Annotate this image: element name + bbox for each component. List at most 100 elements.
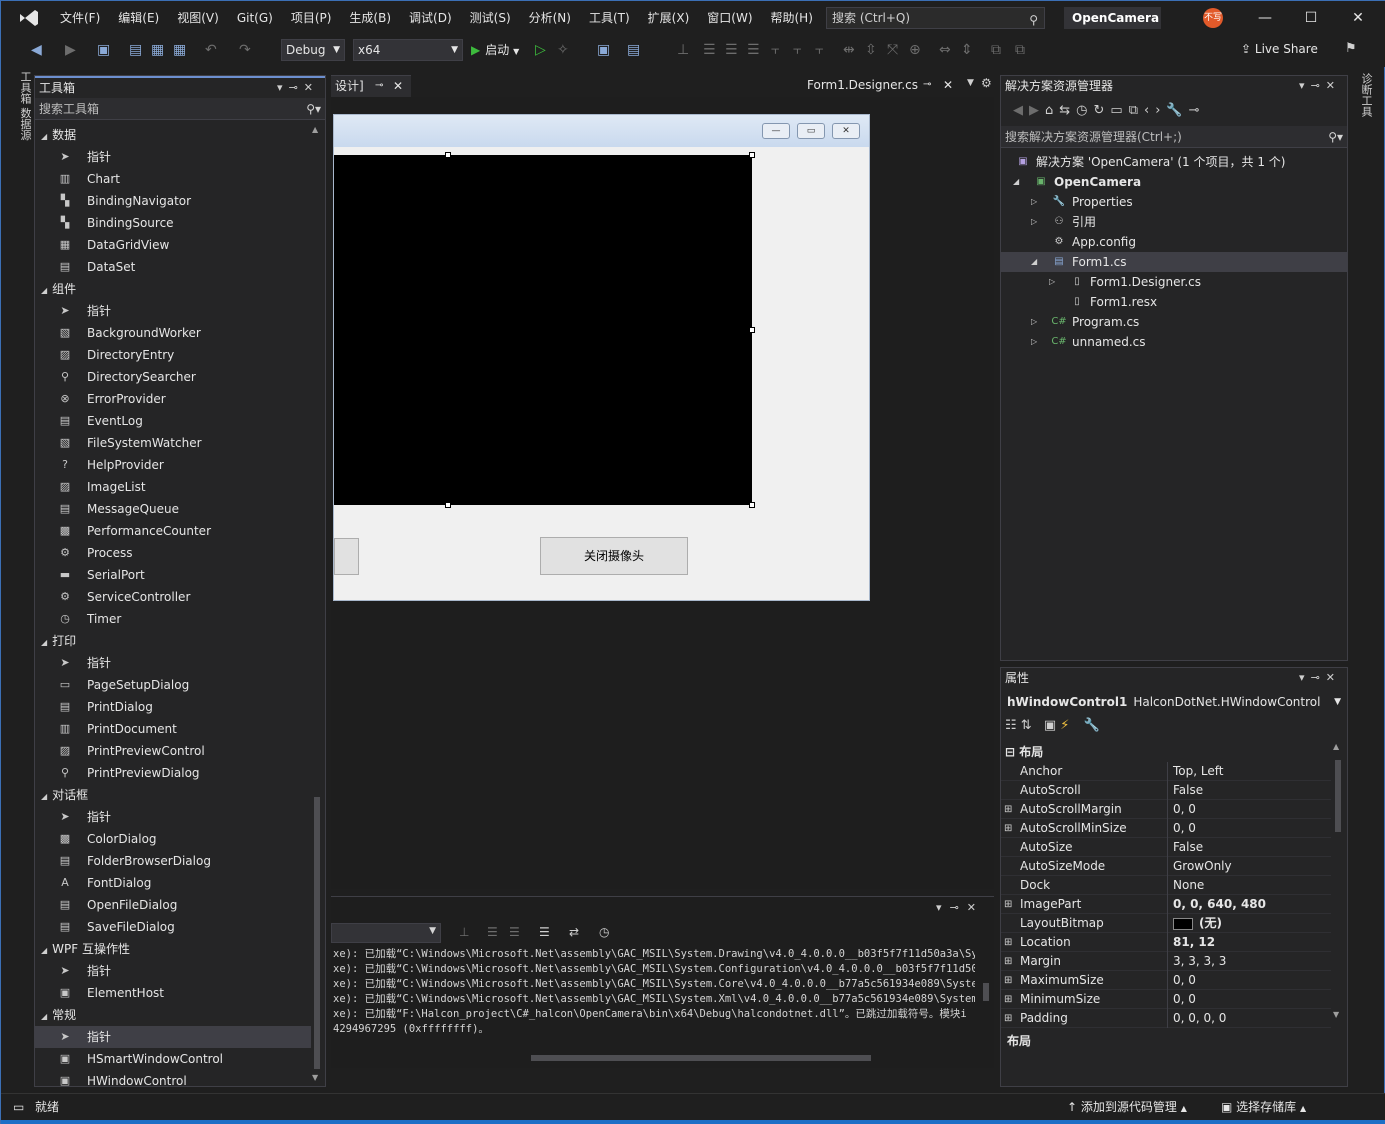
toolbox-item[interactable]: ▩ ColorDialog [35, 828, 311, 850]
platform-select[interactable]: x64 ▼ [353, 39, 463, 61]
expand-icon[interactable]: ⊞ [1004, 933, 1012, 952]
diagnostics-side-tab[interactable]: 诊断工具 [1354, 73, 1374, 117]
home-icon[interactable]: ⌂ [1045, 103, 1059, 118]
toolbox-item[interactable]: ▤ OpenFileDialog [35, 894, 311, 916]
property-row[interactable]: ⊞ MaximumSize 0, 0 [1001, 971, 1331, 990]
expand-icon[interactable]: ⊞ [1004, 990, 1012, 1009]
tree-node-solution[interactable]: ▣ 解决方案 'OpenCamera' (1 个项目，共 1 个) [1001, 152, 1347, 172]
property-value[interactable]: 0, 0 [1173, 990, 1196, 1009]
grid-size-icon[interactable]: ⊕ [909, 42, 921, 58]
resize-handle[interactable] [749, 327, 755, 333]
collapsed-arrow-icon[interactable]: ▷ [1031, 312, 1037, 332]
align-top-icon[interactable]: ⫟ [771, 42, 779, 58]
hwindow-control[interactable] [334, 155, 752, 505]
align-left-icon[interactable]: ☰ [703, 42, 716, 58]
notification-icon[interactable]: ▭ [13, 1094, 24, 1120]
collapse-all-icon[interactable]: ▭ [1110, 103, 1128, 118]
scroll-down-icon[interactable]: ▼ [1333, 1010, 1339, 1019]
toolbox-item[interactable]: ▤ EventLog [35, 410, 311, 432]
close-icon[interactable]: ✕ [1326, 79, 1341, 92]
property-category[interactable]: ⊟ 布局 [1001, 743, 1331, 762]
scroll-up-icon[interactable]: ▲ [312, 125, 318, 134]
resize-handle[interactable] [445, 152, 451, 158]
forward-icon[interactable]: ▶ [1029, 103, 1045, 118]
toolbox-item[interactable]: ➤ 指针 [35, 806, 311, 828]
menu-item[interactable]: 项目(P) [282, 1, 341, 35]
scrollbar-thumb[interactable] [314, 797, 320, 1069]
user-avatar[interactable]: 不写 [1203, 8, 1223, 28]
property-value[interactable]: Top, Left [1173, 762, 1223, 781]
feedback-icon[interactable]: ⚑ [1345, 41, 1357, 56]
property-value[interactable]: 0, 0 [1173, 800, 1196, 819]
toolbox-item[interactable]: ➤ 指针 [35, 1026, 311, 1048]
toolbox-item[interactable]: ▦ DataGridView [35, 234, 311, 256]
show-all-files-icon[interactable]: ⧉ [1129, 103, 1144, 118]
history-icon[interactable]: ◷ [1076, 103, 1093, 118]
property-row[interactable]: AutoSizeMode GrowOnly [1001, 857, 1331, 876]
expanded-arrow-icon[interactable]: ◢ [41, 132, 47, 141]
property-value[interactable]: 0, 0 [1173, 971, 1196, 990]
property-row[interactable]: ⊞ MinimumSize 0, 0 [1001, 990, 1331, 1009]
view-code-icon[interactable]: ‹› [1144, 103, 1166, 118]
new-project-icon[interactable]: ▣ [97, 42, 110, 58]
toolbox-item[interactable]: ▤ PrintDialog [35, 696, 311, 718]
collapsed-arrow-icon[interactable]: ▷ [1031, 192, 1037, 212]
same-height-icon[interactable]: ⇳ [865, 42, 877, 58]
toolbox-item[interactable]: ▣ HSmartWindowControl [35, 1048, 311, 1070]
dropdown-icon[interactable]: ▾ [1299, 671, 1311, 684]
expand-icon[interactable]: ⊞ [1004, 971, 1012, 990]
next-message-icon[interactable]: ☰ [509, 925, 520, 939]
property-row[interactable]: Anchor Top, Left [1001, 762, 1331, 781]
scroll-up-icon[interactable]: ▲ [1333, 742, 1339, 751]
output-hscrollbar[interactable] [531, 1055, 871, 1061]
pin-icon[interactable]: ⊸ [1311, 671, 1326, 684]
undo-icon[interactable]: ↶ [205, 42, 217, 58]
property-row[interactable]: ⊞ Margin 3, 3, 3, 3 [1001, 952, 1331, 971]
close-icon[interactable]: ✕ [304, 81, 319, 94]
spacing-h-icon[interactable]: ⇔ [939, 42, 951, 58]
open-camera-button[interactable] [334, 538, 359, 575]
toolbox-item[interactable]: ⚲ DirectorySearcher [35, 366, 311, 388]
menu-item[interactable]: 帮助(H) [762, 1, 822, 35]
output-vscrollbar[interactable] [983, 949, 991, 1047]
refresh-icon[interactable]: ↻ [1094, 103, 1111, 118]
toolbox-item[interactable]: ◷ Timer [35, 608, 311, 630]
tree-node-program[interactable]: ▷ C# Program.cs [1001, 312, 1347, 332]
resize-handle[interactable] [445, 502, 451, 508]
toolbox-item[interactable]: ▤ DataSet [35, 256, 311, 278]
menu-item[interactable]: 扩展(X) [639, 1, 699, 35]
prev-message-icon[interactable]: ☰ [487, 925, 498, 939]
dropdown-icon[interactable]: ▾ [277, 81, 289, 94]
toolbox-item[interactable]: ▬ SerialPort [35, 564, 311, 586]
properties-scrollbar[interactable]: ▲ ▼ [1333, 742, 1343, 1024]
menu-item[interactable]: 调试(D) [400, 1, 461, 35]
property-row[interactable]: AutoSize False [1001, 838, 1331, 857]
tree-node-form1-resx[interactable]: ▯ Form1.resx [1001, 292, 1347, 312]
toolbox-item[interactable]: ▣ HWindowControl [35, 1070, 311, 1092]
menu-item[interactable]: Git(G) [228, 1, 282, 35]
pin-icon[interactable]: ⊸ [375, 76, 383, 96]
scrollbar-thumb[interactable] [983, 983, 989, 1001]
align-bottom-icon[interactable]: ⫟ [815, 42, 823, 58]
clear-all-icon[interactable]: ☰ [539, 925, 550, 939]
align-middle-icon[interactable]: ⫟ [793, 42, 801, 58]
events-icon[interactable]: ⚡ [1060, 718, 1069, 733]
toolbox-item[interactable]: A FontDialog [35, 872, 311, 894]
bring-front-icon[interactable]: ⧉ [991, 42, 1001, 58]
tree-node-project[interactable]: ◢ ▣ OpenCamera [1001, 172, 1347, 192]
menu-item[interactable]: 视图(V) [168, 1, 228, 35]
align-icon[interactable]: ⊥ [677, 42, 689, 58]
word-wrap-icon[interactable]: ⇄ [569, 925, 579, 939]
clock-icon[interactable]: ◷ [599, 925, 609, 939]
property-value[interactable]: 0, 0 [1173, 819, 1196, 838]
toolbox-item[interactable]: ⚙ ServiceController [35, 586, 311, 608]
open-folder-icon[interactable]: ▤ [129, 42, 142, 58]
toolbox-search-input[interactable]: 搜索工具箱 ⚲▾ [35, 98, 325, 120]
live-share-button[interactable]: ⇪ Live Share [1241, 42, 1318, 56]
output-text[interactable]: xe): 已加载“C:\Windows\Microsoft.Net\assemb… [333, 947, 975, 1037]
expanded-arrow-icon[interactable]: ◢ [1031, 252, 1037, 272]
pin-icon[interactable]: ⊸ [1311, 79, 1326, 92]
back-icon[interactable]: ◀ [31, 42, 42, 58]
preview-icon[interactable]: ⊸ [1189, 103, 1206, 118]
scroll-down-icon[interactable]: ▼ [312, 1073, 318, 1082]
